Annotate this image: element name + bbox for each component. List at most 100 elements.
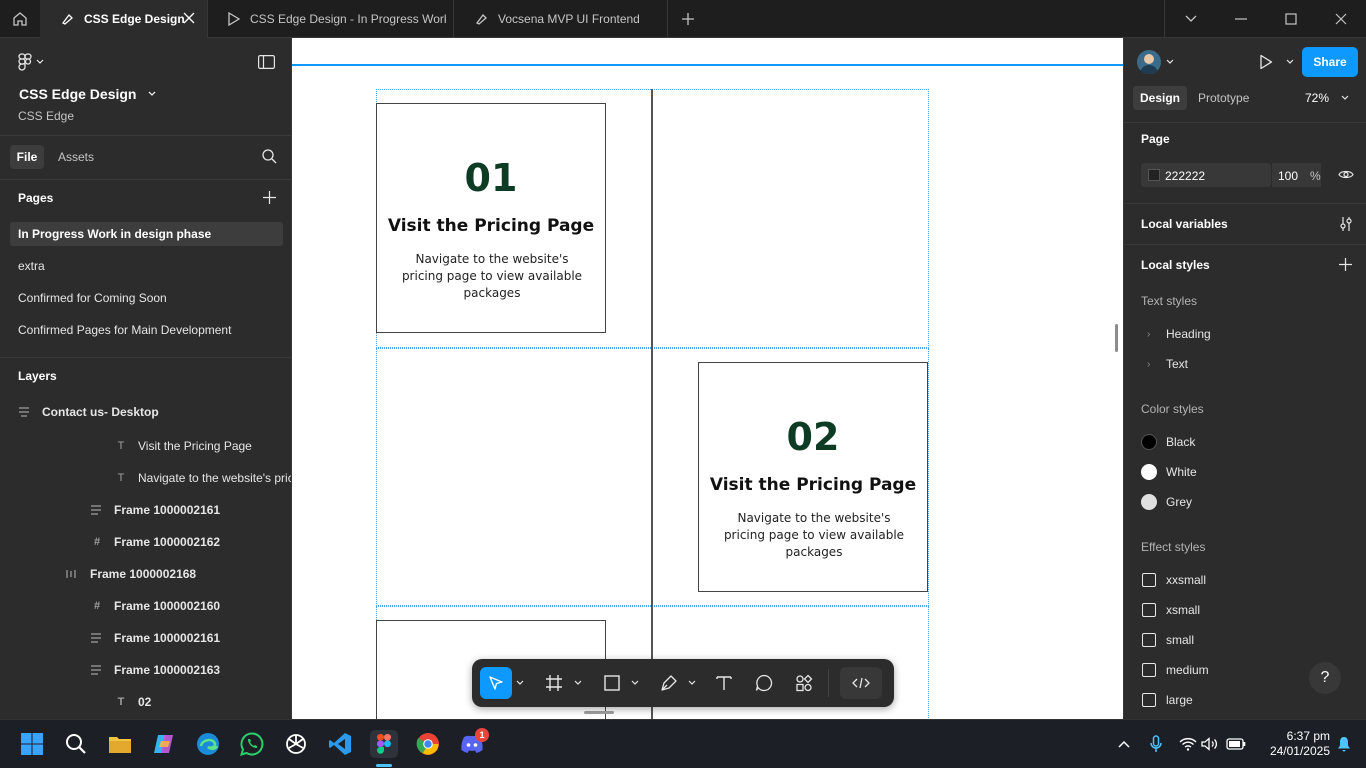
page-opacity-field[interactable]: 100 % [1271,163,1321,187]
tab-prototype[interactable]: Prototype [1198,91,1249,105]
toggle-sidebar-icon[interactable] [258,55,275,69]
maximize-icon[interactable] [1266,0,1316,38]
page-item-extra[interactable]: extra [10,254,283,278]
move-tool-icon[interactable] [480,667,512,699]
eye-visibility-icon[interactable] [1338,169,1354,180]
tab-css-edge-design[interactable]: CSS Edge Design [40,0,208,38]
project-title: CSS Edge Design [19,86,137,102]
new-tab-plus-icon[interactable] [668,0,708,38]
page-color-field[interactable]: 222222 [1141,163,1271,187]
effect-styles-heading: Effect styles [1141,540,1206,554]
layer-item[interactable]: # Frame 1000002160 [90,590,220,622]
horizontal-scrollbar[interactable] [584,711,614,714]
text-style-text[interactable]: Text [1166,357,1188,371]
share-button[interactable]: Share [1302,47,1358,77]
tabs-dropdown-chevron-icon[interactable] [1166,0,1216,38]
color-swatch-grey[interactable] [1141,494,1157,510]
layer-item[interactable]: Contact us- Desktop [18,396,159,428]
add-style-plus-icon[interactable] [1339,258,1352,271]
search-icon[interactable] [62,730,90,758]
layer-item[interactable]: Frame 1000002163 [90,654,220,686]
effect-style-large[interactable]: large [1166,693,1193,707]
edge-browser-icon[interactable] [194,730,222,758]
tab-file[interactable]: File [10,145,44,169]
local-variables-heading[interactable]: Local variables [1141,217,1228,231]
chevron-right-icon[interactable]: › [1147,359,1150,370]
frame-tool-icon[interactable] [538,667,570,699]
chevron-down-icon[interactable] [514,667,526,699]
chevron-right-icon[interactable]: › [1147,329,1150,340]
color-style-grey[interactable]: Grey [1166,495,1192,509]
microphone-icon[interactable] [1142,730,1170,758]
layer-item[interactable]: T Visit the Pricing Page [114,430,252,462]
windows-start-icon[interactable] [18,730,46,758]
layer-item[interactable]: T Navigate to the website's pricing page [114,462,291,494]
page-color-swatch[interactable] [1148,169,1160,181]
chevron-down-icon[interactable] [572,667,584,699]
tab-in-progress-work[interactable]: CSS Edge Design - In Progress Work i [208,0,454,38]
effect-style-small[interactable]: small [1166,633,1194,647]
layer-item[interactable]: Frame 1000002161 [90,494,220,526]
layer-item[interactable]: Frame 1000002168 [66,558,196,590]
add-page-plus-icon[interactable] [263,191,276,204]
chevron-down-icon[interactable] [1166,59,1174,65]
effect-style-medium[interactable]: medium [1166,663,1209,677]
divider [0,135,291,136]
page-item-main-development[interactable]: Confirmed Pages for Main Development [10,318,283,342]
effect-style-xsmall[interactable]: xsmall [1166,603,1200,617]
page-item-coming-soon[interactable]: Confirmed for Coming Soon [10,286,283,310]
clock-time: 6:37 pm [1286,729,1330,743]
search-icon[interactable] [262,149,277,164]
comment-tool-icon[interactable] [748,667,780,699]
text-tool-icon[interactable] [708,667,740,699]
design-canvas[interactable]: 01 Visit the Pricing Page Navigate to th… [292,38,1123,719]
effect-style-xxsmall[interactable]: xxsmall [1166,573,1206,587]
clock[interactable]: 6:37 pm 24/01/2025 [1252,729,1330,759]
battery-icon[interactable] [1222,730,1250,758]
file-explorer-icon[interactable] [106,730,134,758]
pen-tool-icon[interactable] [653,667,685,699]
rectangle-tool-icon[interactable] [596,667,628,699]
chevron-up-icon[interactable] [1110,730,1138,758]
tab-vocsena-mvp[interactable]: Vocsena MVP UI Frontend [454,0,668,38]
color-style-black[interactable]: Black [1166,435,1195,449]
close-window-icon[interactable] [1316,0,1366,38]
page-item-in-progress[interactable]: In Progress Work in design phase [10,222,283,246]
present-play-icon[interactable] [1259,54,1273,70]
layer-item[interactable]: # Frame 1000002162 [90,526,220,558]
avatar[interactable] [1137,50,1161,74]
tab-assets[interactable]: Assets [58,150,94,164]
chevron-down-icon[interactable] [629,667,641,699]
chatgpt-icon[interactable] [282,730,310,758]
tab-design[interactable]: Design [1133,86,1187,110]
layer-item[interactable]: T 02 [114,686,152,718]
variables-settings-icon[interactable] [1339,216,1353,232]
home-icon[interactable] [0,0,40,38]
step-card-01[interactable]: 01 Visit the Pricing Page Navigate to th… [376,103,606,333]
notification-bell-icon[interactable] [1330,730,1358,758]
resources-tool-icon[interactable] [788,667,820,699]
minimize-icon[interactable] [1216,0,1266,38]
text-style-heading[interactable]: Heading [1166,327,1211,341]
dev-mode-toggle-icon[interactable] [840,667,882,699]
color-swatch-black[interactable] [1141,434,1157,450]
help-button[interactable]: ? [1309,662,1341,694]
chrome-icon[interactable] [414,730,442,758]
whatsapp-icon[interactable] [238,730,266,758]
main-menu-button[interactable] [18,53,44,71]
project-title-button[interactable]: CSS Edge Design [19,86,156,102]
figma-taskbar-icon[interactable] [370,730,398,758]
step-card-02[interactable]: 02 Visit the Pricing Page Navigate to th… [698,362,928,592]
chevron-down-icon[interactable] [686,667,698,699]
chevron-down-icon[interactable] [1286,59,1294,65]
layer-item[interactable]: Frame 1000002161 [90,622,220,654]
divider [0,179,291,180]
zoom-dropdown[interactable]: 72% [1305,91,1349,105]
volume-icon[interactable] [1196,730,1224,758]
vertical-scrollbar[interactable] [1115,324,1118,352]
color-swatch-white[interactable] [1141,464,1157,480]
copilot-icon[interactable] [150,730,178,758]
color-style-white[interactable]: White [1166,465,1197,479]
close-tab-icon[interactable] [183,12,195,24]
vscode-icon[interactable] [326,730,354,758]
